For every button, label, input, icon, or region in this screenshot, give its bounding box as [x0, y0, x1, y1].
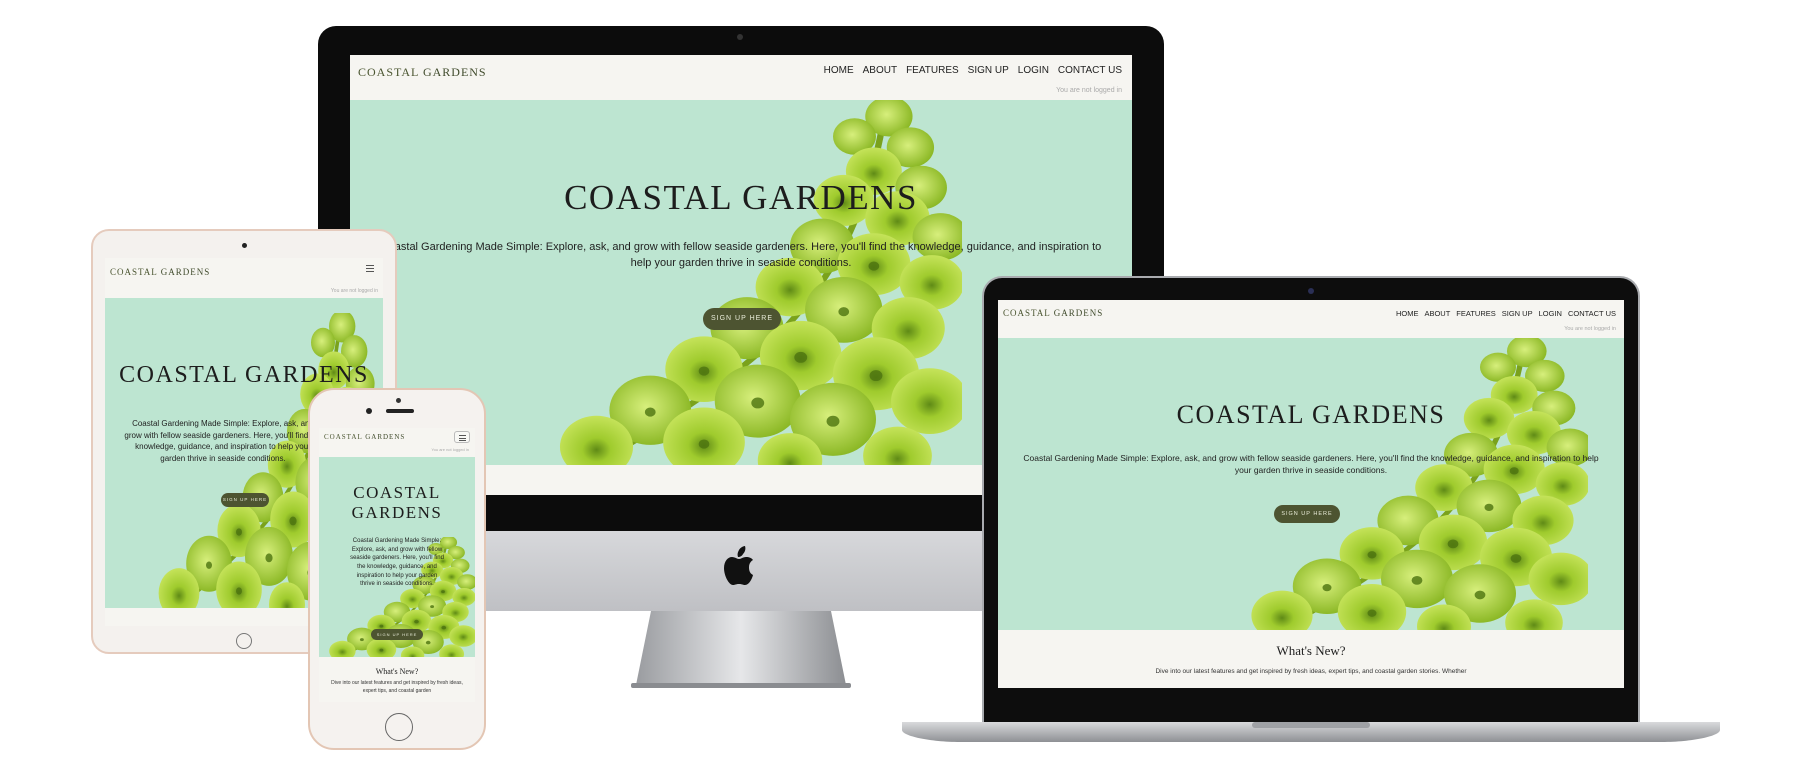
logo-main: COASTAL — [358, 65, 419, 79]
nav-contact-us[interactable]: CONTACT US — [1058, 65, 1122, 76]
site-logo[interactable]: COASTAL GARDENS — [110, 267, 210, 277]
logo-rest: GARDENS — [1053, 308, 1104, 318]
site-header: COASTAL GARDENS HOME ABOUT FEATURES SIGN… — [350, 55, 1132, 100]
nav-features[interactable]: FEATURES — [906, 65, 959, 76]
phone-sensor — [396, 398, 401, 403]
nav-about[interactable]: ABOUT — [1424, 309, 1450, 318]
whats-new-text: Dive into our latest features and get in… — [331, 680, 463, 694]
nav-home[interactable]: HOME — [1396, 309, 1419, 318]
camera-icon — [737, 34, 743, 40]
hero-text: Coastal Gardening Made Simple: Explore, … — [350, 538, 444, 588]
hero-title: COASTAL GARDENS — [564, 178, 918, 217]
whats-new-title: What's New? — [375, 667, 419, 676]
login-status: You are not logged in — [330, 288, 378, 294]
camera-icon — [366, 408, 372, 414]
hamburger-menu-icon[interactable] — [362, 262, 378, 276]
site-header: COASTAL GARDENS You are not logged in — [319, 428, 475, 457]
phone-screen: COASTAL GARDENS You are not logged in CO… — [319, 428, 475, 702]
home-button-icon[interactable] — [385, 713, 413, 741]
logo-main: COASTAL — [1003, 308, 1051, 318]
nav-sign-up[interactable]: SIGN UP — [1502, 309, 1533, 318]
nav-features[interactable]: FEATURES — [1456, 309, 1495, 318]
signup-cta-button[interactable]: SIGN UP HERE — [703, 308, 781, 330]
camera-icon — [1308, 288, 1314, 294]
hero-title-line-1: COASTAL — [353, 483, 441, 502]
hero-title: COASTAL GARDENS — [319, 483, 475, 522]
logo-rest: GARDENS — [160, 267, 211, 277]
hero-text: Coastal Gardening Made Simple: Explore, … — [124, 419, 322, 463]
logo-rest: GARDENS — [365, 433, 406, 441]
whats-new-title: What's New? — [1276, 643, 1346, 658]
hero-text: Coastal Gardening Made Simple: Explore, … — [380, 241, 1102, 269]
whats-new-text: Dive into our latest features and get in… — [1155, 668, 1467, 675]
camera-icon — [242, 243, 247, 248]
signup-cta-button[interactable]: SIGN UP HERE — [221, 493, 269, 507]
signup-cta-button[interactable]: SIGN UP HERE — [371, 629, 423, 640]
nav-login[interactable]: LOGIN — [1539, 309, 1562, 318]
phone-device: COASTAL GARDENS You are not logged in CO… — [308, 388, 486, 750]
site-header: COASTAL GARDENS HOME ABOUT FEATURES SIGN… — [998, 300, 1624, 338]
nav-login[interactable]: LOGIN — [1018, 65, 1049, 76]
nav-contact-us[interactable]: CONTACT US — [1568, 309, 1616, 318]
apple-logo-icon — [722, 544, 762, 588]
site-logo[interactable]: COASTAL GARDENS — [324, 433, 405, 441]
nav-sign-up[interactable]: SIGN UP — [968, 65, 1009, 76]
monitor-stand — [631, 611, 851, 689]
speaker-grille — [386, 409, 414, 413]
nav-about[interactable]: ABOUT — [863, 65, 897, 76]
site-logo[interactable]: COASTAL GARDENS — [358, 65, 487, 80]
laptop-base — [902, 722, 1720, 744]
login-status: You are not logged in — [1056, 87, 1122, 94]
logo-main: COASTAL — [110, 267, 158, 277]
hero-title: COASTAL GARDENS — [1176, 400, 1446, 429]
hero-title: COASTAL GARDENS — [119, 362, 369, 388]
signup-cta-button[interactable]: SIGN UP HERE — [1274, 505, 1340, 523]
plant-image — [1228, 338, 1588, 630]
hero-title-line-2: GARDENS — [351, 502, 443, 522]
logo-rest: GARDENS — [422, 65, 487, 79]
laptop-device: COASTAL GARDENS HOME ABOUT FEATURES SIGN… — [902, 276, 1720, 748]
login-status: You are not logged in — [1564, 326, 1616, 332]
hero-text: Coastal Gardening Made Simple: Explore, … — [1023, 453, 1599, 476]
hero-section: COASTAL GARDENS Coastal Gardening Made S… — [998, 338, 1624, 630]
login-status: You are not logged in — [431, 447, 469, 452]
main-nav: HOME ABOUT FEATURES SIGN UP LOGIN CONTAC… — [1396, 309, 1616, 318]
nav-home[interactable]: HOME — [824, 65, 854, 76]
plant-image — [532, 100, 962, 465]
site-logo[interactable]: COASTAL GARDENS — [1003, 308, 1103, 318]
home-button-icon[interactable] — [236, 633, 252, 649]
hero-section: COASTAL GARDENS Coastal Gardening Made S… — [319, 457, 475, 657]
main-nav: HOME ABOUT FEATURES SIGN UP LOGIN CONTAC… — [824, 65, 1122, 76]
logo-main: COASTAL — [324, 433, 363, 441]
hamburger-menu-icon[interactable] — [454, 431, 470, 443]
laptop-screen: COASTAL GARDENS HOME ABOUT FEATURES SIGN… — [998, 300, 1624, 688]
